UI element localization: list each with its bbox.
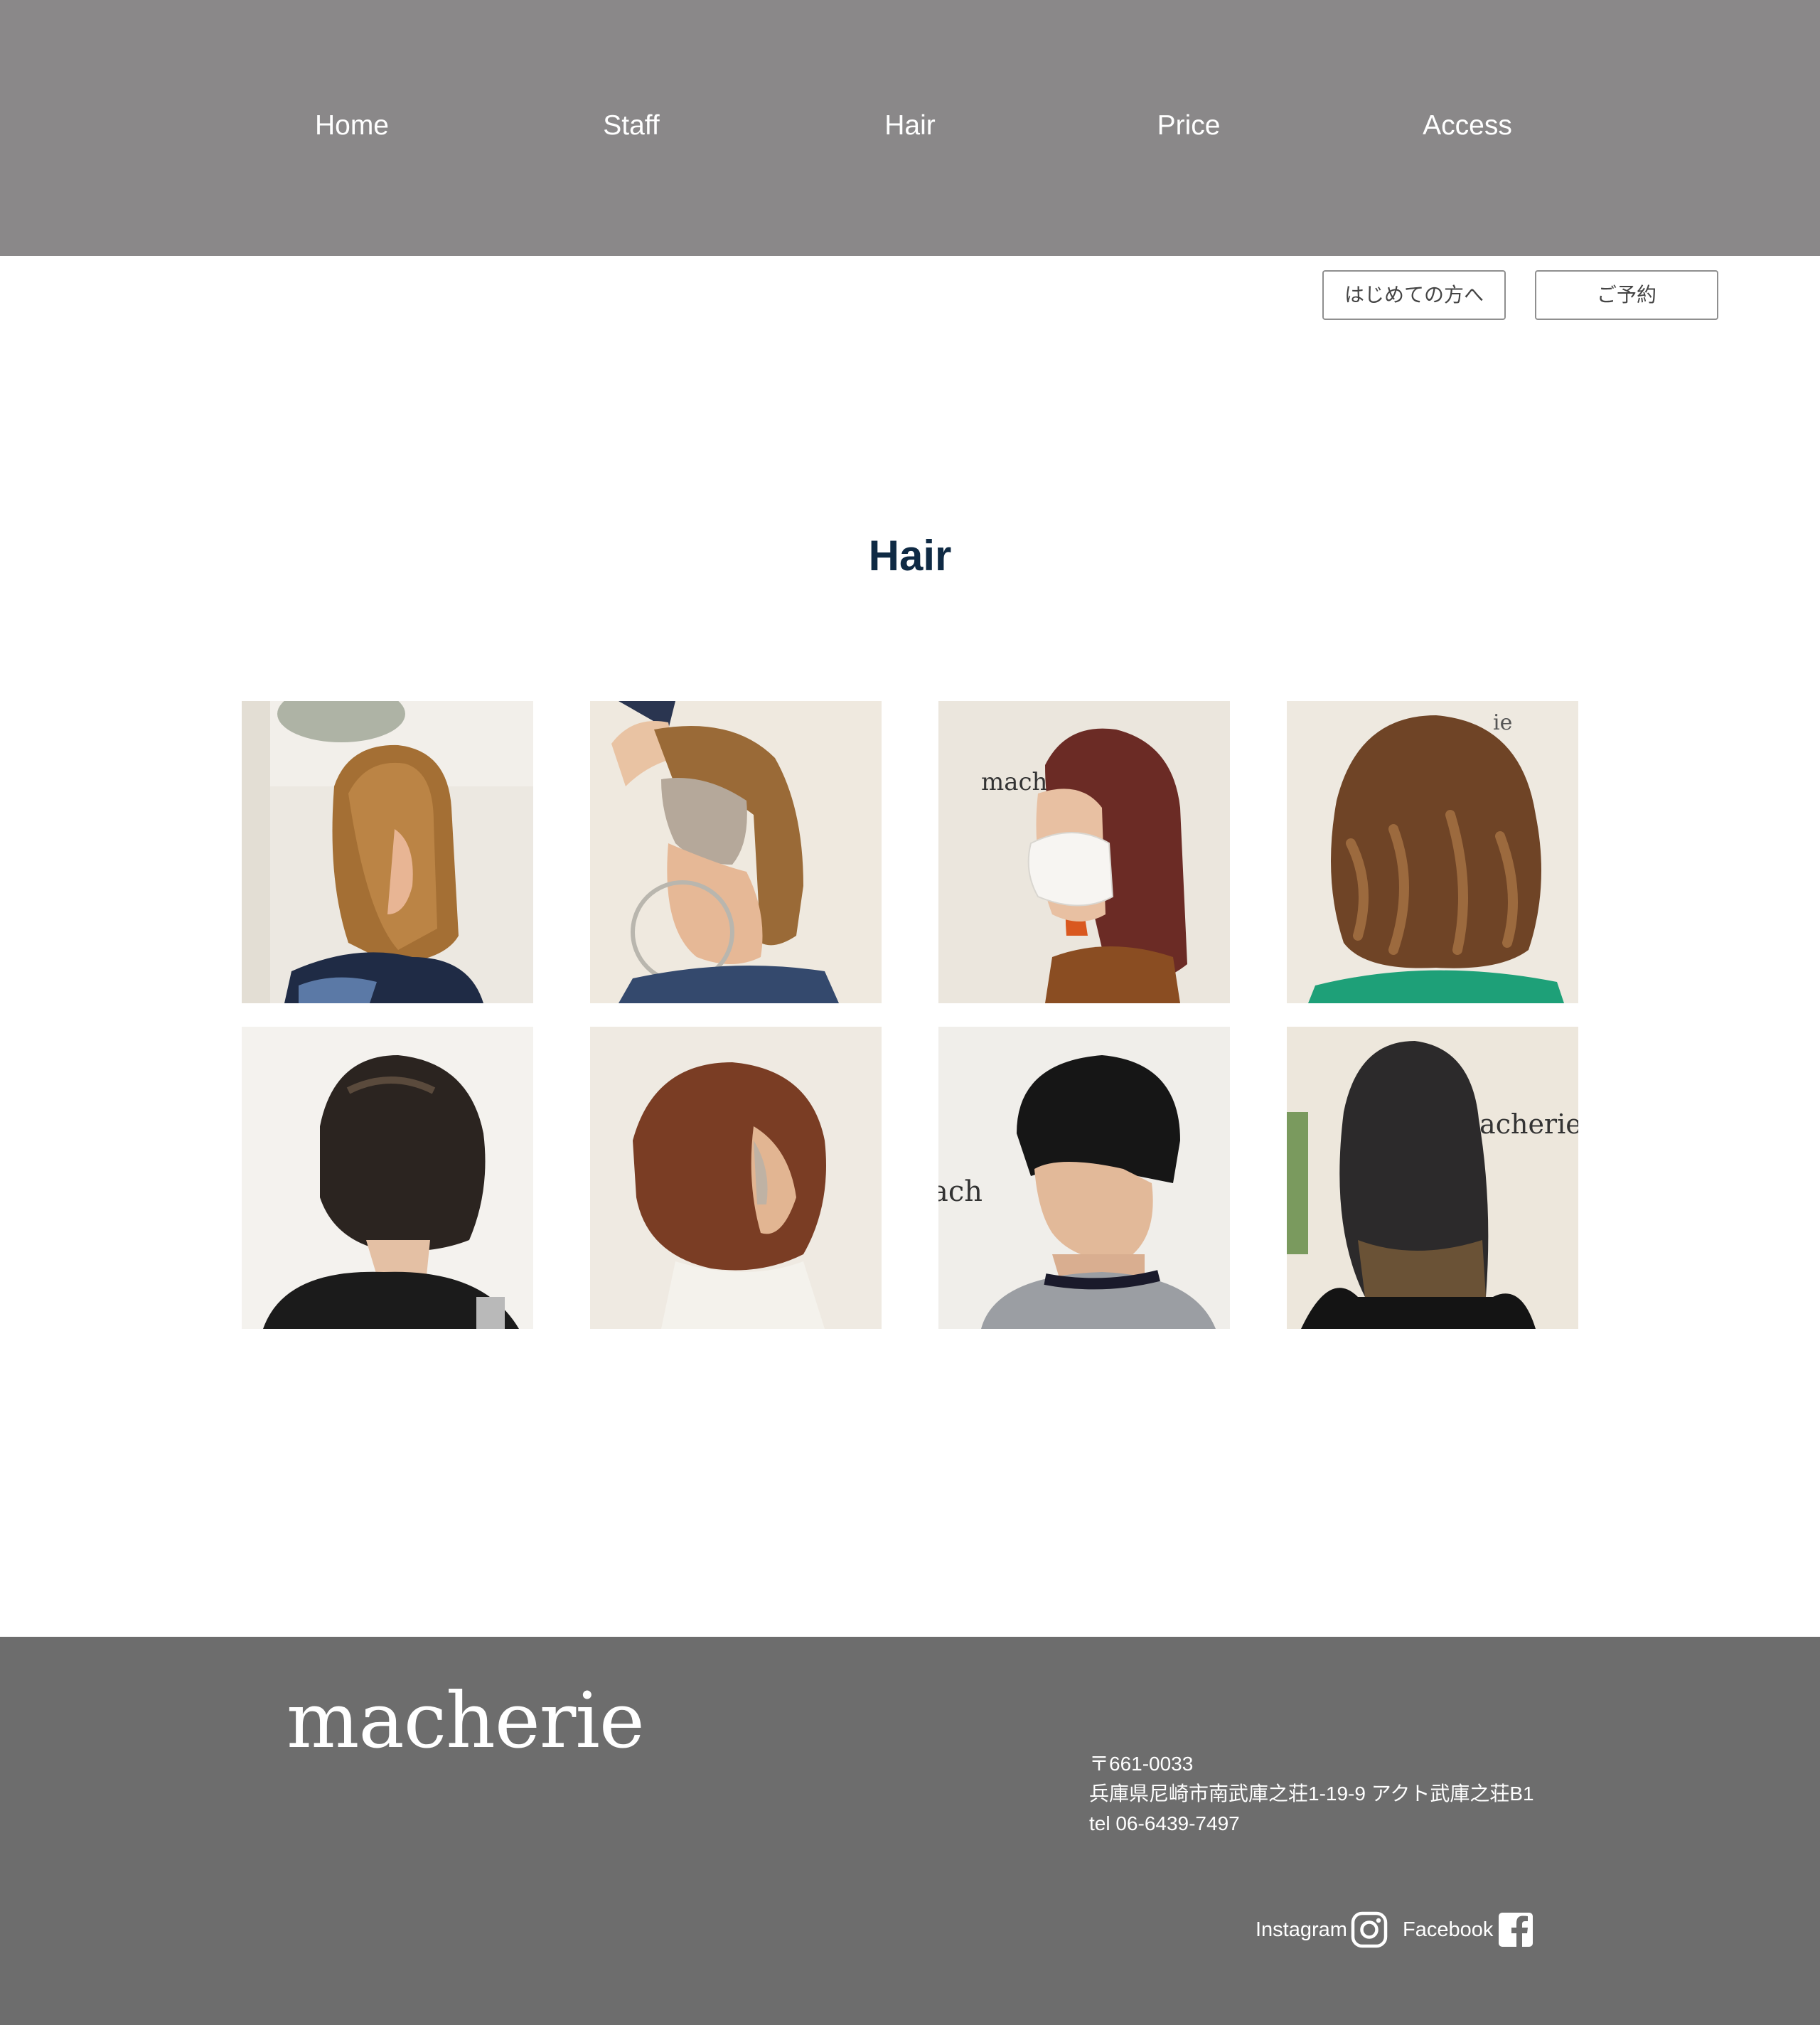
footer-logo: macherie	[287, 1677, 645, 1765]
hair-photo-7[interactable]: ach	[938, 1027, 1230, 1329]
hair-photo-6[interactable]	[590, 1027, 882, 1329]
instagram-icon[interactable]	[1351, 1911, 1388, 1948]
hair-photo-5-image	[242, 1027, 533, 1329]
hair-photo-3-image: macherie	[938, 701, 1230, 1003]
nav-access-link[interactable]: Access	[1361, 108, 1574, 144]
page-title: Hair	[868, 532, 952, 579]
hair-photo-6-image	[590, 1027, 882, 1329]
footer-address: 兵庫県尼崎市南武庫之荘1-19-9 アクト武庫之荘B1	[1089, 1783, 1534, 1805]
hair-photo-4-image: ie	[1287, 701, 1578, 1003]
hair-photo-1[interactable]	[242, 701, 533, 1003]
svg-text:ie: ie	[1493, 710, 1512, 735]
hair-photo-3[interactable]: macherie	[938, 701, 1230, 1003]
hair-photo-2-image	[590, 701, 882, 1003]
top-nav: Home Staff Hair Price Access	[0, 0, 1820, 256]
nav-home-link[interactable]: Home	[245, 108, 459, 144]
first-time-button[interactable]: はじめての方へ	[1322, 270, 1506, 320]
nav-price-link[interactable]: Price	[1082, 108, 1295, 144]
footer-postal-code: 〒661-0033	[1089, 1753, 1194, 1775]
nav-hair-link[interactable]: Hair	[803, 108, 1017, 144]
footer-telephone: tel 06-6439-7497	[1089, 1812, 1240, 1834]
reservation-button[interactable]: ご予約	[1535, 270, 1718, 320]
hair-photo-7-image: ach	[938, 1027, 1230, 1329]
svg-text:ach: ach	[938, 1175, 983, 1208]
site-footer	[0, 1637, 1820, 2025]
hair-photo-4[interactable]: ie	[1287, 701, 1578, 1003]
hair-photo-8-image: macherie	[1287, 1027, 1578, 1329]
nav-staff-link[interactable]: Staff	[525, 108, 738, 144]
hair-photo-2[interactable]	[590, 701, 882, 1003]
hair-photo-5[interactable]	[242, 1027, 533, 1329]
facebook-link[interactable]: Facebook	[1403, 1914, 1493, 1945]
facebook-icon[interactable]	[1497, 1911, 1534, 1948]
instagram-link[interactable]: Instagram	[1256, 1914, 1347, 1945]
hair-photo-1-image	[242, 701, 533, 1003]
hair-photo-8[interactable]: macherie	[1287, 1027, 1578, 1329]
